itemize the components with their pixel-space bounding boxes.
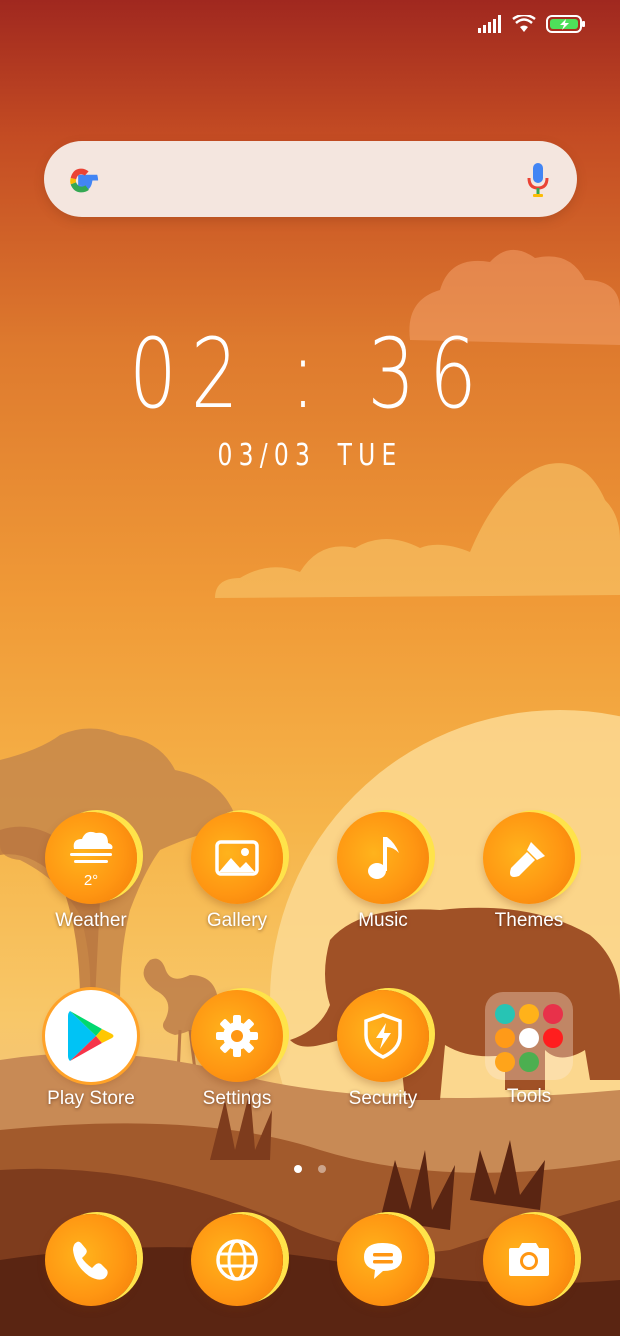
app-themes[interactable]: Themes: [464, 812, 594, 932]
clock-date: 03/03 TUE: [68, 438, 552, 473]
signal-icon: [478, 15, 501, 33]
weather-icon: 2°: [45, 812, 137, 904]
google-search-bar[interactable]: [44, 141, 577, 217]
play-store-icon: [45, 990, 137, 1082]
phone-icon: [45, 1214, 137, 1306]
shield-bolt-icon: [337, 990, 429, 1082]
gear-icon: [191, 990, 283, 1082]
day-text: TUE: [337, 438, 403, 473]
app-label: Gallery: [206, 910, 268, 931]
google-g-icon: [70, 168, 99, 193]
page-indicator: [0, 1160, 620, 1178]
messages-icon: [337, 1214, 429, 1306]
app-label: Security: [348, 1088, 418, 1109]
app-settings[interactable]: Settings: [172, 990, 302, 1110]
app-label: Settings: [202, 1088, 272, 1109]
dock-phone[interactable]: [26, 1214, 156, 1306]
app-label: Themes: [494, 910, 564, 931]
app-tools-folder[interactable]: Tools: [464, 990, 594, 1108]
app-label: Music: [358, 910, 408, 931]
page-dot-active[interactable]: [293, 1165, 302, 1173]
app-label: Weather: [55, 910, 127, 931]
picture-icon: [191, 812, 283, 904]
app-weather[interactable]: 2° Weather: [26, 812, 156, 932]
app-gallery[interactable]: Gallery: [172, 812, 302, 932]
wifi-icon: [512, 15, 536, 32]
browser-globe-icon: [191, 1214, 283, 1306]
page-dot[interactable]: [318, 1165, 327, 1173]
app-label: Play Store: [47, 1088, 135, 1109]
folder-icon: [485, 992, 573, 1080]
music-note-icon: [337, 812, 429, 904]
date-text: 03/03: [217, 438, 317, 473]
camera-icon: [483, 1214, 575, 1306]
mic-icon[interactable]: [527, 161, 549, 199]
status-bar: [478, 14, 586, 34]
dock-messages[interactable]: [318, 1214, 448, 1306]
battery-charging-icon: [546, 15, 585, 33]
app-play-store[interactable]: Play Store: [26, 990, 156, 1110]
app-label: Tools: [506, 1086, 552, 1107]
paint-brush-icon: [483, 812, 575, 904]
weather-temp: 2°: [83, 872, 99, 889]
app-music[interactable]: Music: [318, 812, 448, 932]
dock-camera[interactable]: [464, 1214, 594, 1306]
clock-time[interactable]: 02 : 36: [68, 318, 552, 430]
app-security[interactable]: Security: [318, 990, 448, 1110]
dock-browser[interactable]: [172, 1214, 302, 1306]
